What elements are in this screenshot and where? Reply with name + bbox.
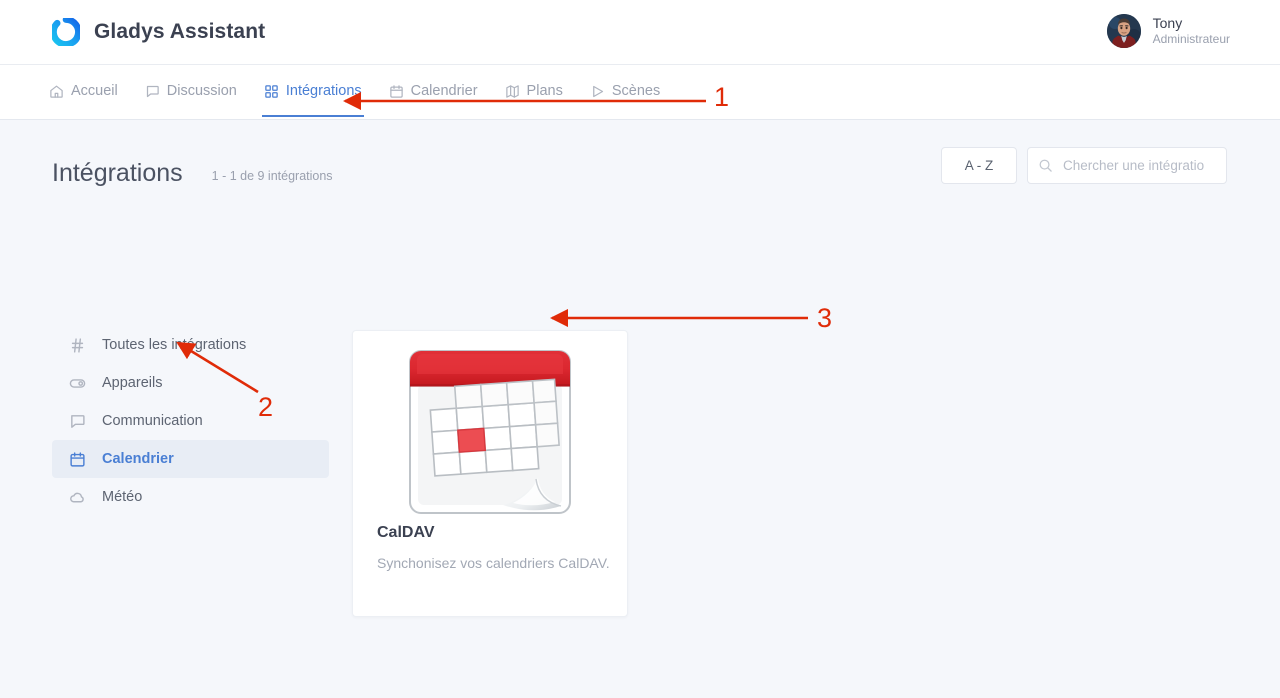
gladys-logo-ring-icon [50,16,82,48]
nav-item-calendrier[interactable]: Calendrier [389,83,478,117]
nav-item-scenes[interactable]: Scènes [590,83,660,117]
annotation-number-1: 1 [714,82,730,112]
user-text: Tony Administrateur [1153,15,1230,48]
card-caldav-image [353,331,627,524]
nav-item-label: Calendrier [410,83,478,99]
sidebar-item-meteo[interactable]: Météo [52,478,329,516]
list-toolbar: A - Z [941,147,1227,184]
hash-icon [68,337,86,354]
app-header: Gladys Assistant Tony Administrateur [0,0,1280,65]
nav-item-label: Intégrations [285,83,362,99]
sidebar-item-calendrier[interactable]: Calendrier [52,440,329,478]
chat-icon [145,84,160,99]
category-sidebar: Toutes les intégrations Appareils Commun… [52,326,329,516]
nav-item-discussion[interactable]: Discussion [145,83,237,117]
calendar-icon [389,84,404,99]
brand[interactable]: Gladys Assistant [50,16,266,48]
user-role: Administrateur [1152,32,1230,47]
cloud-icon [68,489,86,506]
sidebar-item-label: Appareils [102,375,163,391]
nav-item-label: Discussion [166,83,237,99]
page-content: Intégrations 1 - 1 de 9 intégrations Tou… [0,121,1280,698]
nav-item-label: Accueil [71,83,118,99]
brand-title: Gladys Assistant [94,20,266,43]
play-icon [590,84,605,99]
chat-icon [68,413,86,430]
sidebar-item-communication[interactable]: Communication [52,402,329,440]
grid-icon [264,84,279,99]
sidebar-item-label: Toutes les intégrations [102,337,247,353]
card-description: Synchonisez vos calendriers CalDAV. [377,555,610,571]
sidebar-item-toutes-les-integrations[interactable]: Toutes les intégrations [52,326,329,364]
main-nav: Accueil Discussion Intégrations Calendri… [0,65,1280,120]
avatar [1106,14,1141,48]
nav-item-label: Plans [526,83,563,99]
nav-item-label: Scènes [611,83,661,99]
nav-item-integrations[interactable]: Intégrations [261,83,364,117]
calendar-illustration-icon [409,349,571,514]
sidebar-item-label: Calendrier [102,451,174,467]
user-name: Tony [1152,14,1183,31]
search-input[interactable] [1061,157,1216,174]
card-title: CalDAV [377,524,435,541]
page-subtitle: 1 - 1 de 9 intégrations [211,169,333,183]
user-menu[interactable]: Tony Administrateur [1106,14,1230,48]
integration-card-caldav[interactable]: CalDAV Synchonisez vos calendriers CalDA… [352,330,628,617]
search-box[interactable] [1027,147,1227,184]
annotation-number-2: 2 [258,392,274,422]
search-icon [1038,158,1053,173]
sidebar-item-label: Météo [102,489,143,505]
toggle-icon [68,375,86,392]
calendar-icon [68,451,86,468]
map-icon [505,84,520,99]
nav-item-accueil[interactable]: Accueil [49,83,118,117]
sidebar-item-label: Communication [102,413,203,429]
annotation-number-3: 3 [817,303,833,333]
sort-az-button[interactable]: A - Z [941,147,1017,184]
sidebar-item-appareils[interactable]: Appareils [52,364,329,402]
page-title: Intégrations [52,158,183,187]
home-icon [49,84,64,99]
nav-item-plans[interactable]: Plans [505,83,563,117]
